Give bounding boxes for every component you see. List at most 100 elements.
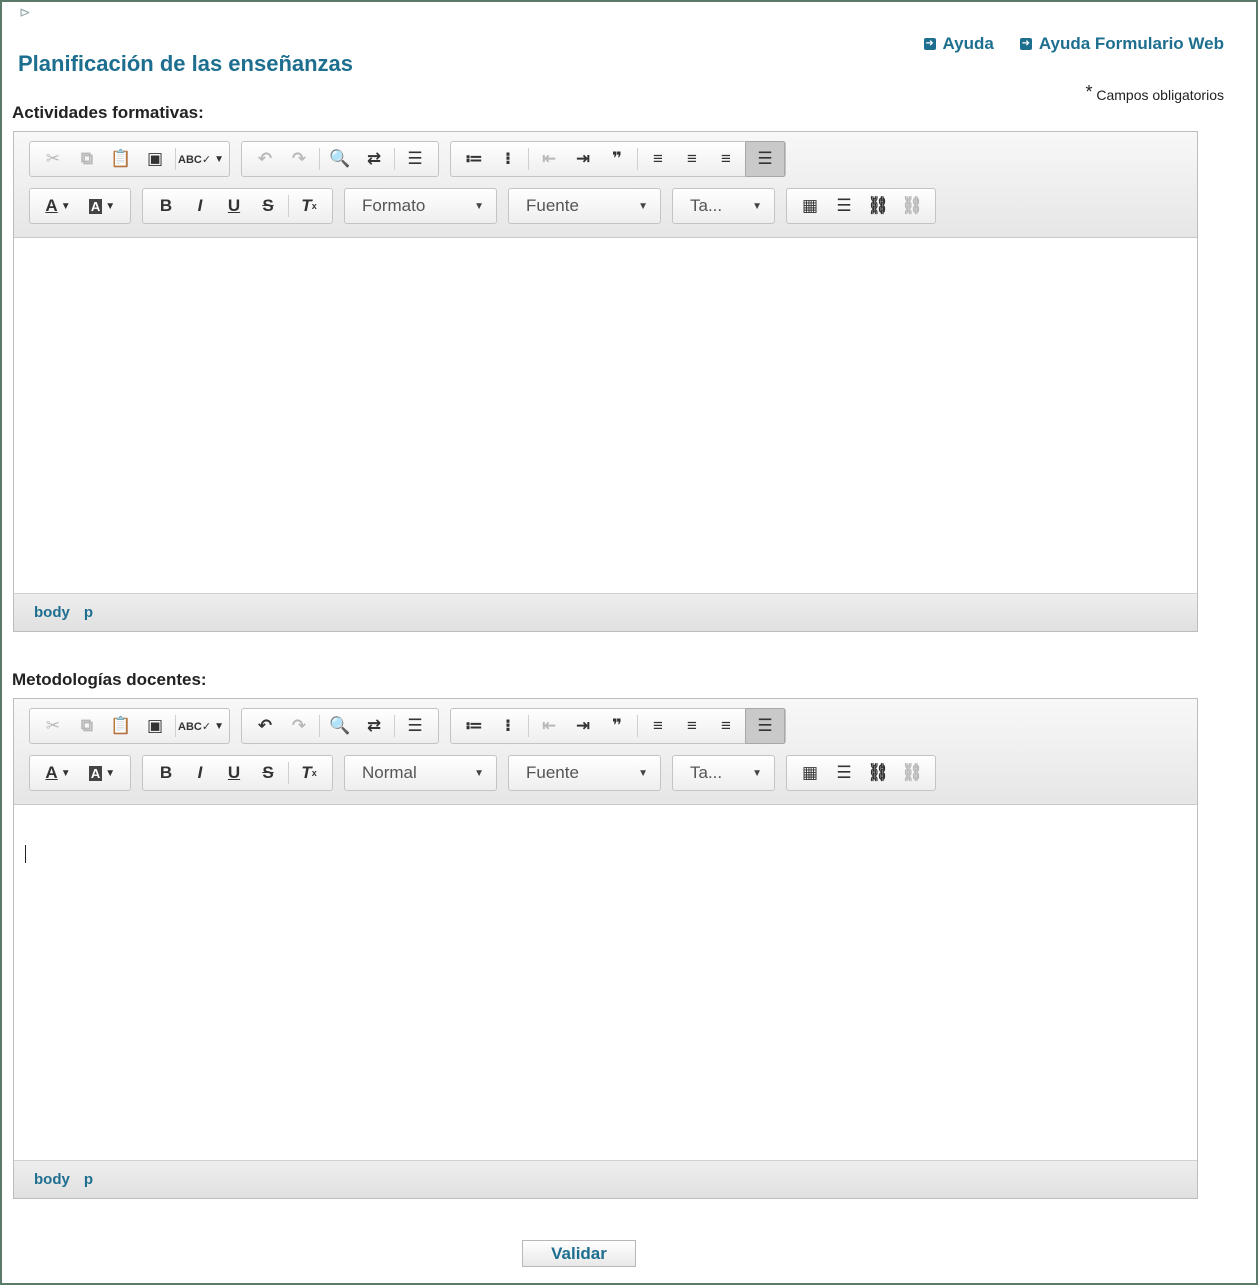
- bulleted-list-icon[interactable]: ⁝: [493, 144, 523, 174]
- paste-icon[interactable]: 📋: [106, 711, 136, 741]
- toolbar-row-1: ✂ ⧉ 📋 ▣ ABC✓ ▼ ↶ ↷ 🔍 ⇄ ☰ ≔ ⁝ ⇤ ⇥ ❞ ≡ ≡ ≡…: [29, 707, 1197, 745]
- outdent-icon[interactable]: ⇤: [534, 711, 564, 741]
- find-icon[interactable]: 🔍: [325, 711, 355, 741]
- underline-icon[interactable]: U: [219, 758, 249, 788]
- editor-content-area[interactable]: [14, 805, 1197, 1160]
- redo-icon[interactable]: ↷: [284, 711, 314, 741]
- required-note-text: Campos obligatorios: [1096, 87, 1224, 103]
- separator: [394, 715, 395, 737]
- paste-word-icon[interactable]: ▣: [140, 711, 170, 741]
- paste-icon[interactable]: 📋: [106, 144, 136, 174]
- path-item-p[interactable]: p: [84, 1171, 93, 1198]
- background-color-icon[interactable]: A ▼: [82, 758, 122, 788]
- validate-button[interactable]: Validar: [522, 1240, 636, 1267]
- insert-group: ▦ ☰ ⛓ ⛓: [786, 188, 936, 224]
- path-item-p[interactable]: p: [84, 604, 93, 631]
- copy-icon[interactable]: ⧉: [72, 711, 102, 741]
- undo-icon[interactable]: ↶: [250, 144, 280, 174]
- redo-icon[interactable]: ↷: [284, 144, 314, 174]
- editor-content-area[interactable]: [14, 238, 1197, 593]
- insert-group: ▦ ☰ ⛓ ⛓: [786, 755, 936, 791]
- align-left-icon[interactable]: ≡: [643, 144, 673, 174]
- cut-icon[interactable]: ✂: [38, 711, 68, 741]
- bold-icon[interactable]: B: [151, 758, 181, 788]
- font-select[interactable]: Fuente ▼: [508, 188, 661, 224]
- align-left-icon[interactable]: ≡: [643, 711, 673, 741]
- path-item-body[interactable]: body: [34, 1171, 70, 1198]
- font-select[interactable]: Fuente ▼: [508, 755, 661, 791]
- undo-icon[interactable]: ↶: [250, 711, 280, 741]
- bold-icon[interactable]: B: [151, 191, 181, 221]
- numbered-list-icon[interactable]: ≔: [459, 144, 489, 174]
- replace-icon[interactable]: ⇄: [359, 144, 389, 174]
- spellcheck-icon[interactable]: ABC✓ ▼: [178, 144, 224, 174]
- size-select[interactable]: Ta... ▼: [672, 755, 775, 791]
- unlink-icon[interactable]: ⛓: [897, 191, 927, 221]
- unlink-icon[interactable]: ⛓: [897, 758, 927, 788]
- color-group: A ▼ A ▼: [29, 188, 131, 224]
- page-title: Planificación de las enseñanzas: [18, 51, 354, 76]
- paragraph-group: ≔ ⁝ ⇤ ⇥ ❞ ≡ ≡ ≡ ☰: [450, 141, 786, 177]
- bulleted-list-icon[interactable]: ⁝: [493, 711, 523, 741]
- text-color-icon[interactable]: A ▼: [38, 191, 78, 221]
- strikethrough-icon[interactable]: S: [253, 191, 283, 221]
- replace-icon[interactable]: ⇄: [359, 711, 389, 741]
- select-all-icon[interactable]: ☰: [400, 144, 430, 174]
- italic-icon[interactable]: I: [185, 191, 215, 221]
- table-icon[interactable]: ▦: [795, 758, 825, 788]
- underline-icon[interactable]: U: [219, 191, 249, 221]
- background-color-icon[interactable]: A ▼: [82, 191, 122, 221]
- format-select[interactable]: Normal ▼: [344, 755, 497, 791]
- indent-icon[interactable]: ⇥: [568, 144, 598, 174]
- editor-toolbar: ✂ ⧉ 📋 ▣ ABC✓ ▼ ↶ ↷ 🔍 ⇄ ☰ ≔ ⁝ ⇤ ⇥ ❞ ≡ ≡ ≡…: [14, 132, 1197, 238]
- table-icon[interactable]: ▦: [795, 191, 825, 221]
- spellcheck-icon[interactable]: ABC✓ ▼: [178, 711, 224, 741]
- strikethrough-icon[interactable]: S: [253, 758, 283, 788]
- toolbar-row-1: ✂ ⧉ 📋 ▣ ABC✓ ▼ ↶ ↷ 🔍 ⇄ ☰ ≔ ⁝ ⇤ ⇥ ❞ ≡ ≡ ≡…: [29, 140, 1197, 178]
- align-center-icon[interactable]: ≡: [677, 711, 707, 741]
- copy-icon[interactable]: ⧉: [72, 144, 102, 174]
- required-star: *: [1085, 82, 1093, 102]
- separator: [319, 148, 320, 170]
- indent-icon[interactable]: ⇥: [568, 711, 598, 741]
- remove-format-icon[interactable]: Tx: [294, 191, 324, 221]
- horizontal-line-icon[interactable]: ☰: [829, 758, 859, 788]
- format-select[interactable]: Formato ▼: [344, 188, 497, 224]
- align-justify-icon[interactable]: ☰: [745, 708, 785, 744]
- rich-text-editor-actividades: ✂ ⧉ 📋 ▣ ABC✓ ▼ ↶ ↷ 🔍 ⇄ ☰ ≔ ⁝ ⇤ ⇥ ❞ ≡ ≡ ≡…: [13, 131, 1198, 632]
- numbered-list-icon[interactable]: ≔: [459, 711, 489, 741]
- size-select-value: Ta...: [690, 196, 723, 215]
- required-note: * Campos obligatorios: [1085, 82, 1224, 103]
- outdent-icon[interactable]: ⇤: [534, 144, 564, 174]
- align-center-icon[interactable]: ≡: [677, 144, 707, 174]
- italic-icon[interactable]: I: [185, 758, 215, 788]
- cut-icon[interactable]: ✂: [38, 144, 68, 174]
- toolbar-row-2: A ▼ A ▼ B I U S Tx Normal ▼ Fuente ▼ Ta...: [29, 754, 1197, 792]
- paste-word-icon[interactable]: ▣: [140, 144, 170, 174]
- path-item-body[interactable]: body: [34, 604, 70, 631]
- help-form-link-label: Ayuda Formulario Web: [1038, 34, 1224, 53]
- horizontal-line-icon[interactable]: ☰: [829, 191, 859, 221]
- separator: [637, 148, 638, 170]
- align-right-icon[interactable]: ≡: [711, 144, 741, 174]
- editor-toolbar: ✂ ⧉ 📋 ▣ ABC✓ ▼ ↶ ↷ 🔍 ⇄ ☰ ≔ ⁝ ⇤ ⇥ ❞ ≡ ≡ ≡…: [14, 699, 1197, 805]
- size-select[interactable]: Ta... ▼: [672, 188, 775, 224]
- link-icon[interactable]: ⛓: [863, 191, 893, 221]
- align-justify-icon[interactable]: ☰: [745, 141, 785, 177]
- element-path: body p: [14, 1160, 1197, 1198]
- help-form-link[interactable]: ➜ Ayuda Formulario Web: [1019, 34, 1224, 54]
- text-color-icon[interactable]: A ▼: [38, 758, 78, 788]
- help-links: ➜ Ayuda ➜ Ayuda Formulario Web: [923, 34, 1224, 54]
- format-select-value: Formato: [362, 196, 426, 215]
- select-all-icon[interactable]: ☰: [400, 711, 430, 741]
- blockquote-icon[interactable]: ❞: [602, 144, 632, 174]
- find-icon[interactable]: 🔍: [325, 144, 355, 174]
- chevron-down-icon: ▼: [752, 200, 762, 212]
- history-group: ↶ ↷ 🔍 ⇄ ☰: [241, 141, 439, 177]
- blockquote-icon[interactable]: ❞: [602, 711, 632, 741]
- link-icon[interactable]: ⛓: [863, 758, 893, 788]
- align-right-icon[interactable]: ≡: [711, 711, 741, 741]
- help-link[interactable]: ➜ Ayuda: [923, 34, 994, 54]
- basic-styles-group: B I U S Tx: [142, 755, 333, 791]
- remove-format-icon[interactable]: Tx: [294, 758, 324, 788]
